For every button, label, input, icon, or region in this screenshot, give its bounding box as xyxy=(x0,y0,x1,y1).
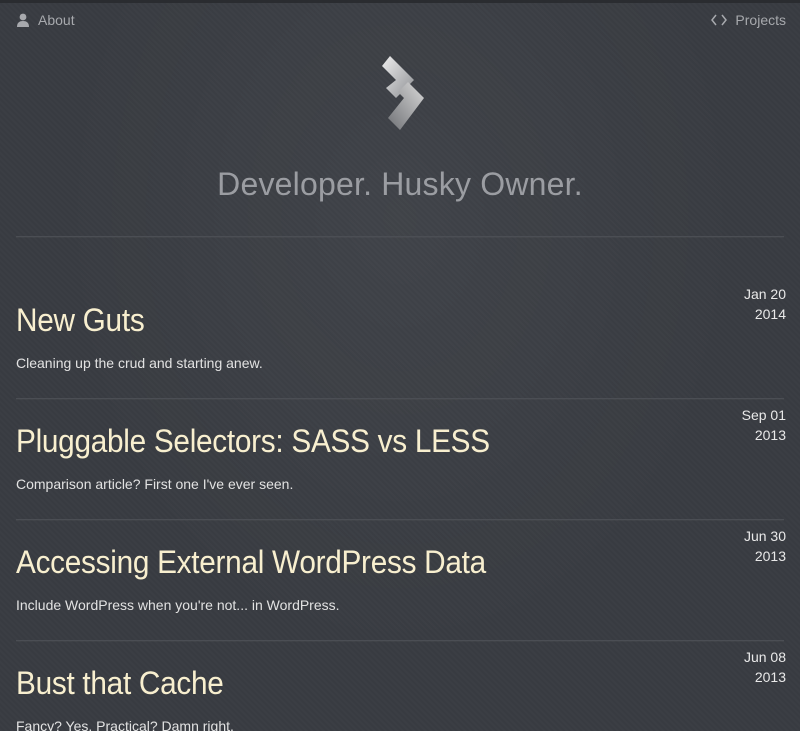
projects-link[interactable]: Projects xyxy=(711,12,786,28)
post-excerpt: Include WordPress when you're not... in … xyxy=(16,597,340,613)
user-icon xyxy=(16,13,30,27)
top-edge xyxy=(0,0,800,3)
post-divider xyxy=(16,519,784,520)
header-divider xyxy=(16,236,784,237)
post-date: Jun 08 2013 xyxy=(744,647,786,687)
post-date-year: 2013 xyxy=(754,669,786,685)
post-date-month-day: Jun 30 xyxy=(743,528,786,544)
post-item: Pluggable Selectors: SASS vs LESS Sep 01… xyxy=(16,407,786,543)
post-title[interactable]: New Guts xyxy=(16,302,145,339)
post-excerpt: Cleaning up the crud and starting anew. xyxy=(16,355,263,371)
post-item: Accessing External WordPress Data Jun 30… xyxy=(16,528,786,664)
post-item: Bust that Cache Jun 08 2013 Fancy? Yes. … xyxy=(16,649,786,731)
post-divider xyxy=(16,640,784,641)
post-date: Sep 01 2013 xyxy=(742,405,786,445)
post-excerpt: Comparison article? First one I've ever … xyxy=(16,476,294,492)
post-excerpt: Fancy? Yes. Practical? Damn right. xyxy=(16,718,234,731)
about-link[interactable]: About xyxy=(16,12,75,28)
post-date-month-day: Jun 08 xyxy=(743,649,786,665)
site-tagline: Developer. Husky Owner. xyxy=(217,166,583,202)
post-title[interactable]: Pluggable Selectors: SASS vs LESS xyxy=(16,423,490,460)
post-date-year: 2014 xyxy=(754,306,786,322)
post-date-month-day: Jan 20 xyxy=(743,286,786,302)
post-divider xyxy=(16,398,784,399)
post-item: New Guts Jan 20 2014 Cleaning up the cru… xyxy=(16,286,786,422)
top-nav: About Projects xyxy=(16,12,786,34)
post-title[interactable]: Bust that Cache xyxy=(16,665,224,702)
post-date-month-day: Sep 01 xyxy=(741,407,786,423)
about-label: About xyxy=(38,12,75,28)
post-date-year: 2013 xyxy=(754,548,786,564)
projects-label: Projects xyxy=(735,12,786,28)
post-title[interactable]: Accessing External WordPress Data xyxy=(16,544,486,581)
post-date: Jan 20 2014 xyxy=(744,284,786,324)
post-date-year: 2013 xyxy=(754,427,786,443)
code-brackets-icon xyxy=(711,14,728,26)
post-date: Jun 30 2013 xyxy=(744,526,786,566)
site-logo[interactable] xyxy=(374,52,428,132)
